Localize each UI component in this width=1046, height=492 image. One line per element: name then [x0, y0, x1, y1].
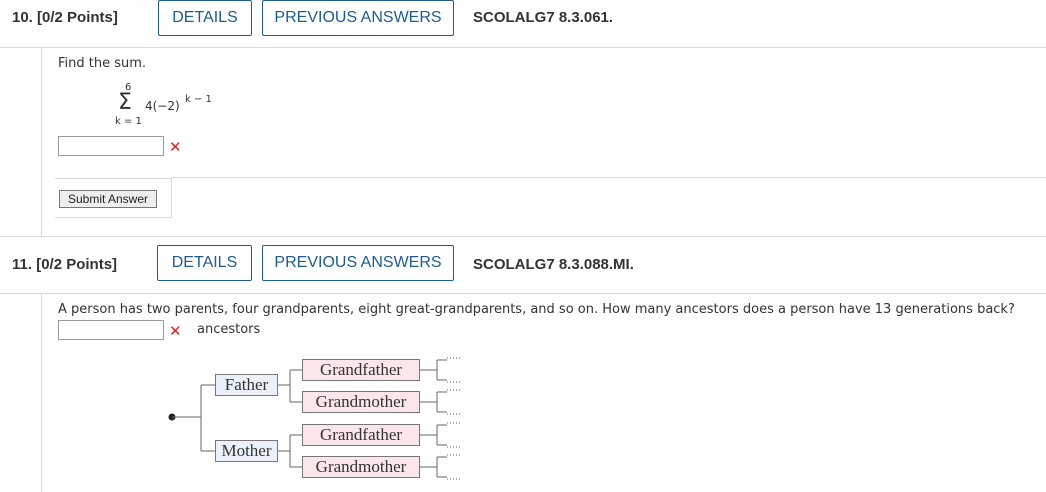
sigma-icon: Σ: [118, 90, 132, 115]
question-10-header: 10. [0/2 Points] DETAILS PREVIOUS ANSWER…: [0, 0, 1046, 48]
details-button[interactable]: DETAILS: [158, 0, 252, 36]
question-number-text: 11.: [12, 256, 33, 273]
family-tree-lines: [168, 357, 462, 480]
question-prompt: Find the sum.: [58, 56, 147, 71]
tree-node-grandfather: Grandfather: [302, 359, 420, 381]
submit-answer-button[interactable]: Submit Answer: [59, 190, 157, 208]
question-points: [0/2 Points]: [36, 256, 118, 273]
question-10-body: Find the sum. 6 Σ k = 1 4(−2) k − 1 ✕ Su…: [41, 48, 1046, 236]
sum-exponent: k − 1: [185, 94, 212, 105]
sum-expression: 4(−2): [145, 99, 180, 113]
tree-node-grandmother: Grandmother: [302, 456, 420, 478]
question-number: 11. [0/2 Points]: [12, 256, 117, 273]
question-number: 10. [0/2 Points]: [12, 9, 118, 26]
question-11-body: A person has two parents, four grandpare…: [41, 294, 1046, 492]
divider: [172, 177, 1046, 178]
submit-area: Submit Answer: [55, 178, 172, 218]
tree-node-father: Father: [215, 374, 278, 396]
problem-code: SCOLALG7 8.3.088.MI.: [473, 256, 634, 273]
sum-lower-limit: k = 1: [115, 116, 142, 127]
tree-node-grandfather: Grandfather: [302, 424, 420, 446]
tree-node-grandmother: Grandmother: [302, 391, 420, 413]
question-points: [0/2 Points]: [37, 9, 118, 26]
tree-node-mother: Mother: [215, 440, 278, 462]
previous-answers-button[interactable]: PREVIOUS ANSWERS: [262, 245, 454, 281]
question-number-text: 10.: [12, 9, 33, 26]
answer-input[interactable]: [58, 136, 164, 156]
question-11-header: 11. [0/2 Points] DETAILS PREVIOUS ANSWER…: [0, 236, 1046, 294]
problem-code: SCOLALG7 8.3.061.: [473, 9, 614, 26]
previous-answers-button[interactable]: PREVIOUS ANSWERS: [262, 0, 454, 36]
details-button[interactable]: DETAILS: [157, 245, 252, 281]
incorrect-x-icon: ✕: [169, 138, 182, 156]
